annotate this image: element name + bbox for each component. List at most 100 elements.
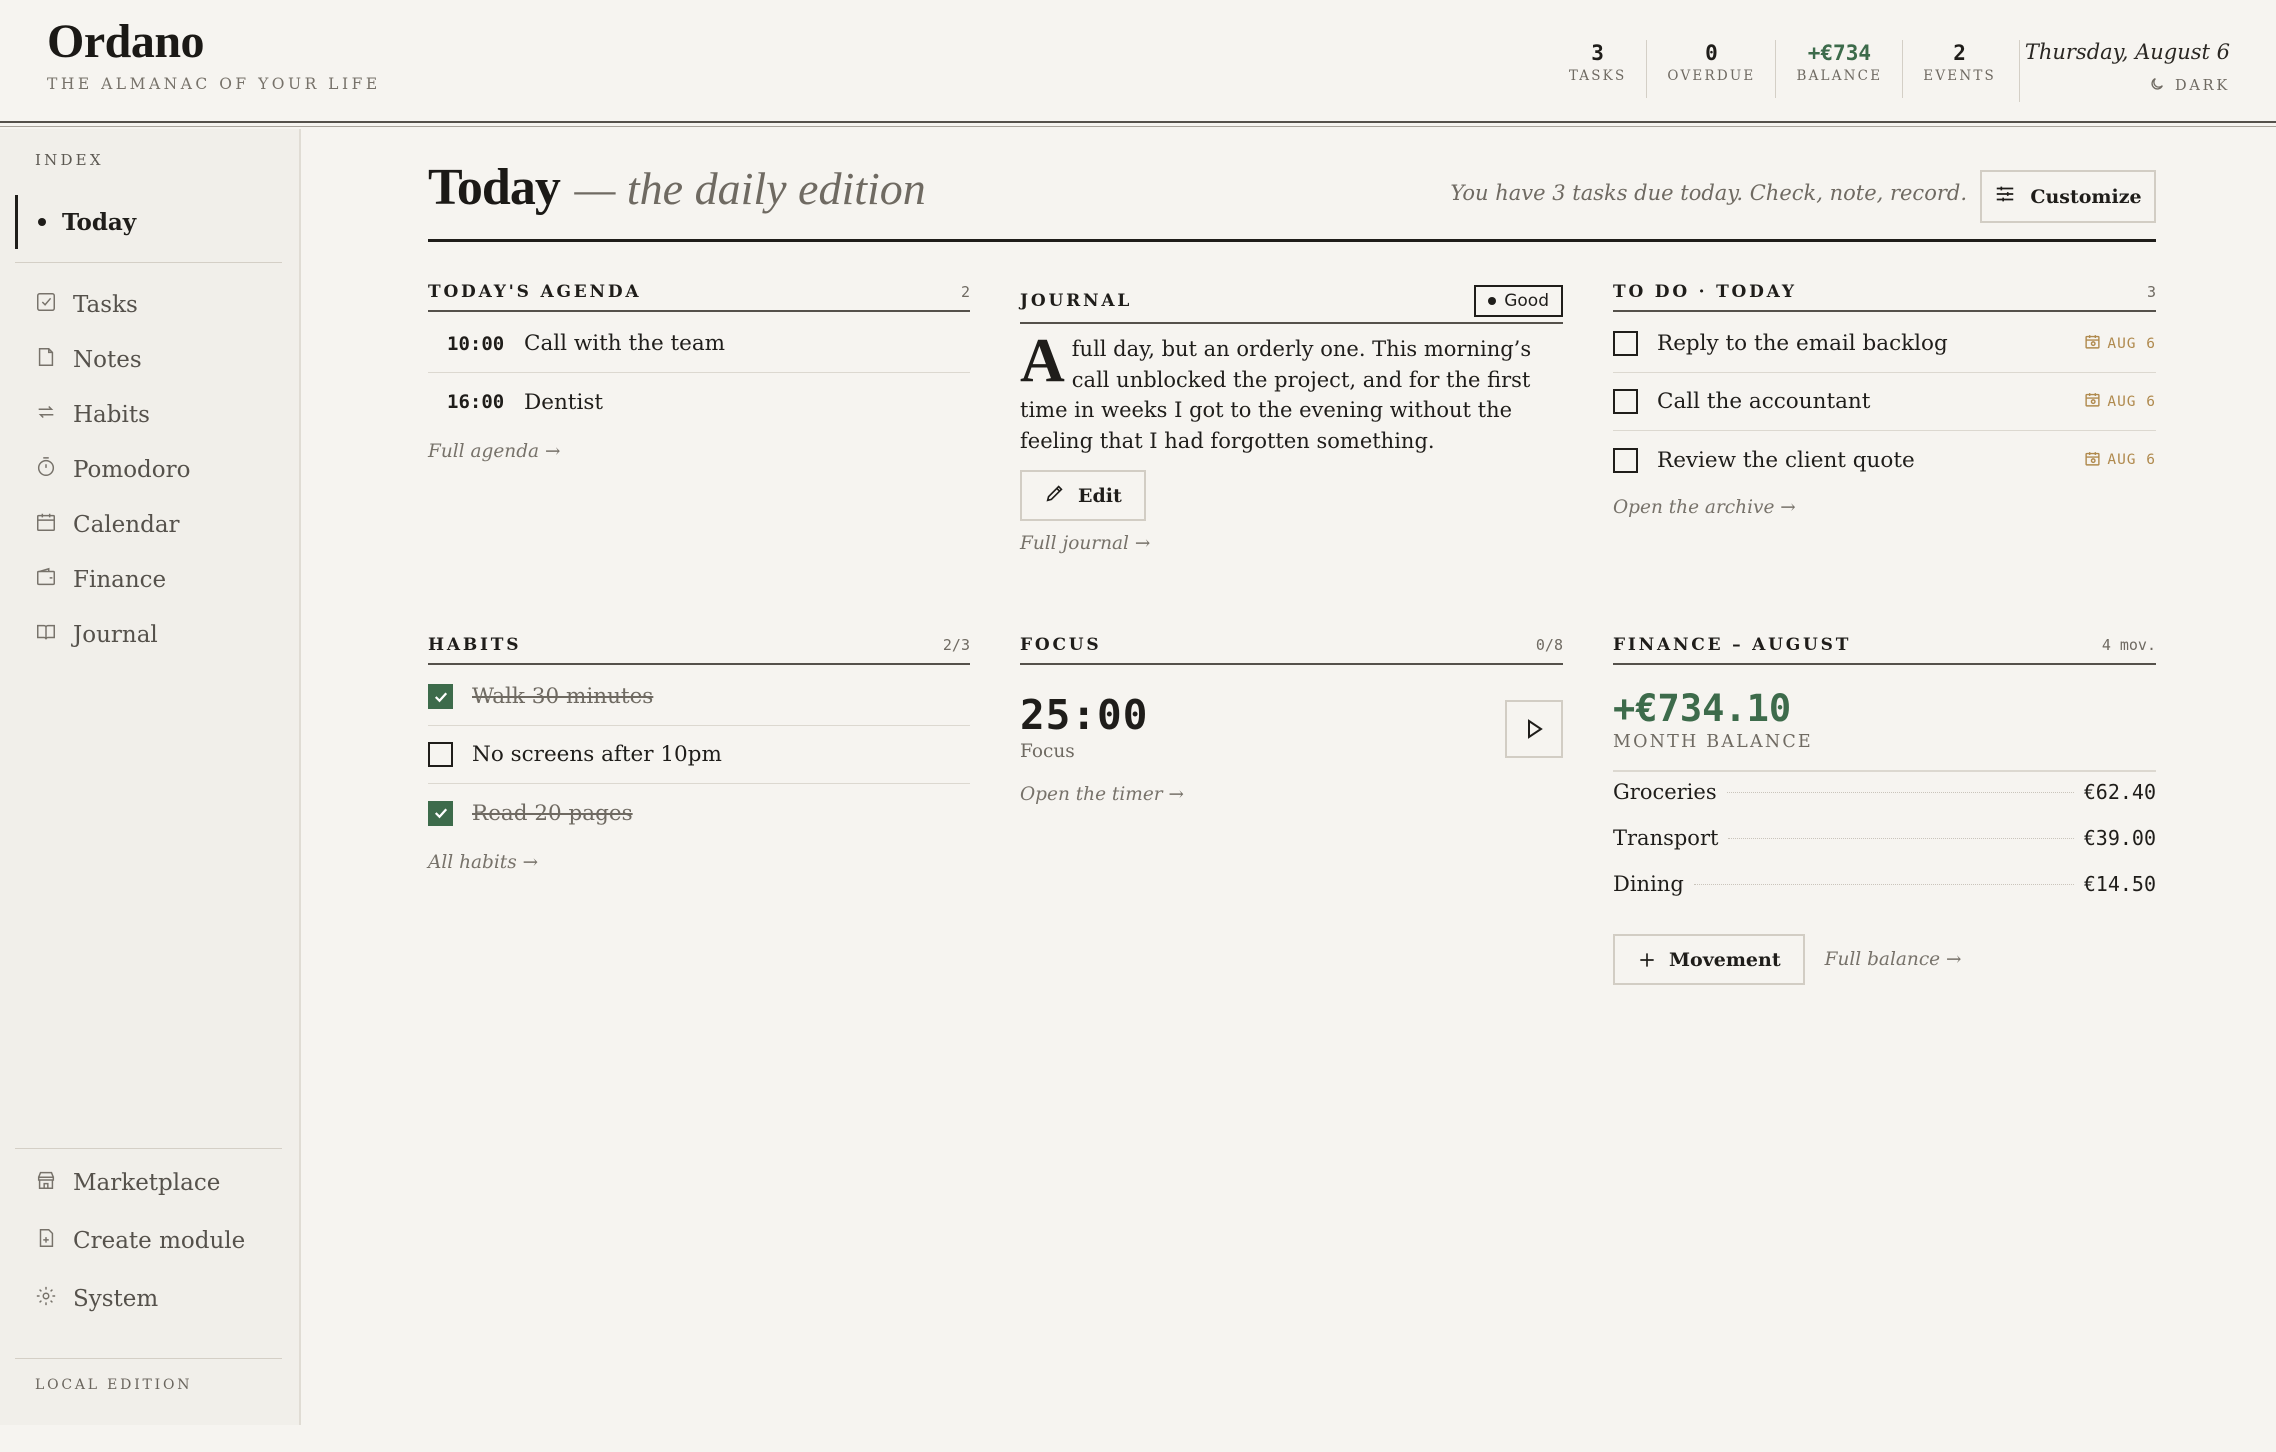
habit-checkbox[interactable] (428, 742, 453, 767)
finance-actions: Movement Full balance → (1613, 934, 2156, 985)
sidebar-item-finance[interactable]: Finance (35, 552, 190, 607)
todo-text: Review the client quote (1657, 447, 1915, 473)
full-agenda-link[interactable]: Full agenda → (428, 441, 560, 462)
stat-value: 3 (1591, 41, 1604, 65)
sidebar: INDEX Today Tasks Notes Habits Pomodoro … (0, 129, 301, 1425)
edit-journal-button[interactable]: Edit (1020, 470, 1146, 521)
customize-button[interactable]: Customize (1980, 170, 2156, 223)
finance-row[interactable]: Groceries €62.40 (1613, 780, 2156, 826)
finance-category: Groceries (1613, 780, 1717, 804)
pencil-icon (1044, 482, 1066, 509)
add-movement-button[interactable]: Movement (1613, 934, 1805, 985)
habit-checkbox[interactable] (428, 800, 453, 826)
customize-label: Customize (2030, 185, 2142, 208)
edit-label: Edit (1078, 484, 1122, 507)
plus-icon (1640, 952, 1654, 967)
todo-item: Reply to the email backlog AUG 6 (1613, 315, 2156, 373)
finance-rows: Groceries €62.40 Transport €39.00 Dining… (1613, 780, 2156, 918)
timer-display: 25:00 (1020, 691, 1149, 739)
finance-row[interactable]: Transport €39.00 (1613, 826, 2156, 872)
todo-card: TO DO · TODAY 3 Reply to the email backl… (1613, 276, 2156, 518)
todo-checkbox[interactable] (1613, 447, 1638, 473)
open-archive-link[interactable]: Open the archive → (1613, 497, 1796, 518)
mood-dot-icon (1488, 296, 1497, 305)
mood-badge[interactable]: Good (1474, 284, 1563, 317)
sidebar-item-marketplace[interactable]: Marketplace (35, 1154, 245, 1212)
card-header: FOCUS 0/8 (1020, 629, 1563, 665)
agenda-item[interactable]: 16:00 Dentist (428, 373, 970, 431)
checkmark-icon (434, 691, 447, 702)
dark-mode-label: DARK (2174, 78, 2230, 94)
open-timer-link[interactable]: Open the timer → (1020, 784, 1184, 805)
sidebar-item-tasks[interactable]: Tasks (35, 277, 190, 332)
sidebar-item-today[interactable]: Today (15, 195, 281, 249)
mood-label: Good (1504, 290, 1549, 311)
finance-amount: €39.00 (2083, 826, 2156, 850)
journal-actions: Edit (1020, 470, 1563, 521)
sidebar-item-pomodoro[interactable]: Pomodoro (35, 442, 190, 497)
card-title: JOURNAL (1020, 290, 1133, 311)
sidebar-divider (15, 1148, 282, 1149)
agenda-item[interactable]: 10:00 Call with the team (428, 315, 970, 373)
check-square-icon (35, 291, 57, 319)
sidebar-section-label: INDEX (35, 151, 104, 169)
calendar-icon (35, 511, 57, 539)
stat-events[interactable]: 2 EVENTS (1903, 40, 2018, 98)
sidebar-item-journal[interactable]: Journal (35, 607, 190, 662)
stat-overdue[interactable]: 0 OVERDUE (1647, 40, 1777, 98)
sidebar-item-calendar[interactable]: Calendar (35, 497, 190, 552)
dot-leader (1693, 884, 2074, 885)
todo-checkbox[interactable] (1613, 331, 1638, 356)
file-plus-icon (35, 1227, 57, 1255)
sidebar-item-habits[interactable]: Habits (35, 387, 190, 442)
sidebar-nav: Tasks Notes Habits Pomodoro Calendar Fin… (35, 277, 190, 662)
finance-amount: €62.40 (2083, 780, 2156, 804)
journal-text: full day, but an orderly one. This morni… (1020, 337, 1532, 453)
card-count: 4 mov. (2101, 636, 2156, 654)
due-date: AUG 6 (2084, 450, 2156, 471)
stat-label: OVERDUE (1667, 68, 1756, 84)
all-habits-link[interactable]: All habits → (428, 852, 538, 873)
finance-amount: €14.50 (2083, 872, 2156, 896)
month-balance-label: MONTH BALANCE (1613, 732, 1813, 752)
todo-checkbox[interactable] (1613, 389, 1638, 414)
book-icon (35, 621, 57, 649)
todo-item: Review the client quote AUG 6 (1613, 431, 2156, 489)
stat-label: TASKS (1568, 68, 1627, 84)
full-journal-link[interactable]: Full journal → (1020, 533, 1150, 554)
header-stats: 3 TASKS 0 OVERDUE +€734 BALANCE 2 EVENTS (1549, 40, 2018, 98)
habit-item: Walk 30 minutes (428, 668, 970, 726)
repeat-icon (35, 401, 57, 429)
dark-mode-toggle[interactable]: DARK (2149, 76, 2230, 96)
due-date-text: AUG 6 (2107, 393, 2156, 410)
finance-category: Dining (1613, 872, 1684, 896)
sidebar-item-notes[interactable]: Notes (35, 332, 190, 387)
card-header: TODAY'S AGENDA 2 (428, 276, 970, 312)
app-name[interactable]: Ordano (47, 14, 381, 69)
card-count: 2 (960, 283, 970, 301)
current-date: Thursday, August 6 (2024, 40, 2230, 64)
journal-entry: A full day, but an orderly one. This mor… (1020, 327, 1563, 456)
sidebar-item-label: Create module (73, 1228, 246, 1254)
title-rule (428, 239, 2156, 242)
header-divider (2019, 40, 2020, 102)
sidebar-item-system[interactable]: System (35, 1270, 245, 1328)
sidebar-item-create-module[interactable]: Create module (35, 1212, 245, 1270)
stat-balance[interactable]: +€734 BALANCE (1776, 40, 1904, 98)
stat-tasks[interactable]: 3 TASKS (1549, 40, 1648, 98)
journal-dropcap: A (1020, 327, 1065, 395)
journal-card: JOURNAL Good A full day, but an orderly … (1020, 281, 1563, 554)
finance-row[interactable]: Dining €14.50 (1613, 872, 2156, 918)
play-icon (1528, 719, 1543, 739)
start-timer-button[interactable] (1505, 700, 1563, 758)
sidebar-item-label: Habits (73, 401, 150, 428)
sidebar-item-label: Today (62, 208, 137, 236)
date-box: Thursday, August 6 DARK (2025, 40, 2230, 96)
sidebar-item-label: Journal (73, 621, 158, 648)
habit-checkbox[interactable] (428, 684, 453, 709)
sidebar-item-label: Finance (73, 566, 167, 593)
checkmark-icon (434, 808, 447, 819)
full-balance-link[interactable]: Full balance → (1825, 949, 1962, 970)
habits-card: HABITS 2/3 Walk 30 minutes No screens af… (428, 629, 970, 873)
card-title: FOCUS (1020, 635, 1102, 655)
